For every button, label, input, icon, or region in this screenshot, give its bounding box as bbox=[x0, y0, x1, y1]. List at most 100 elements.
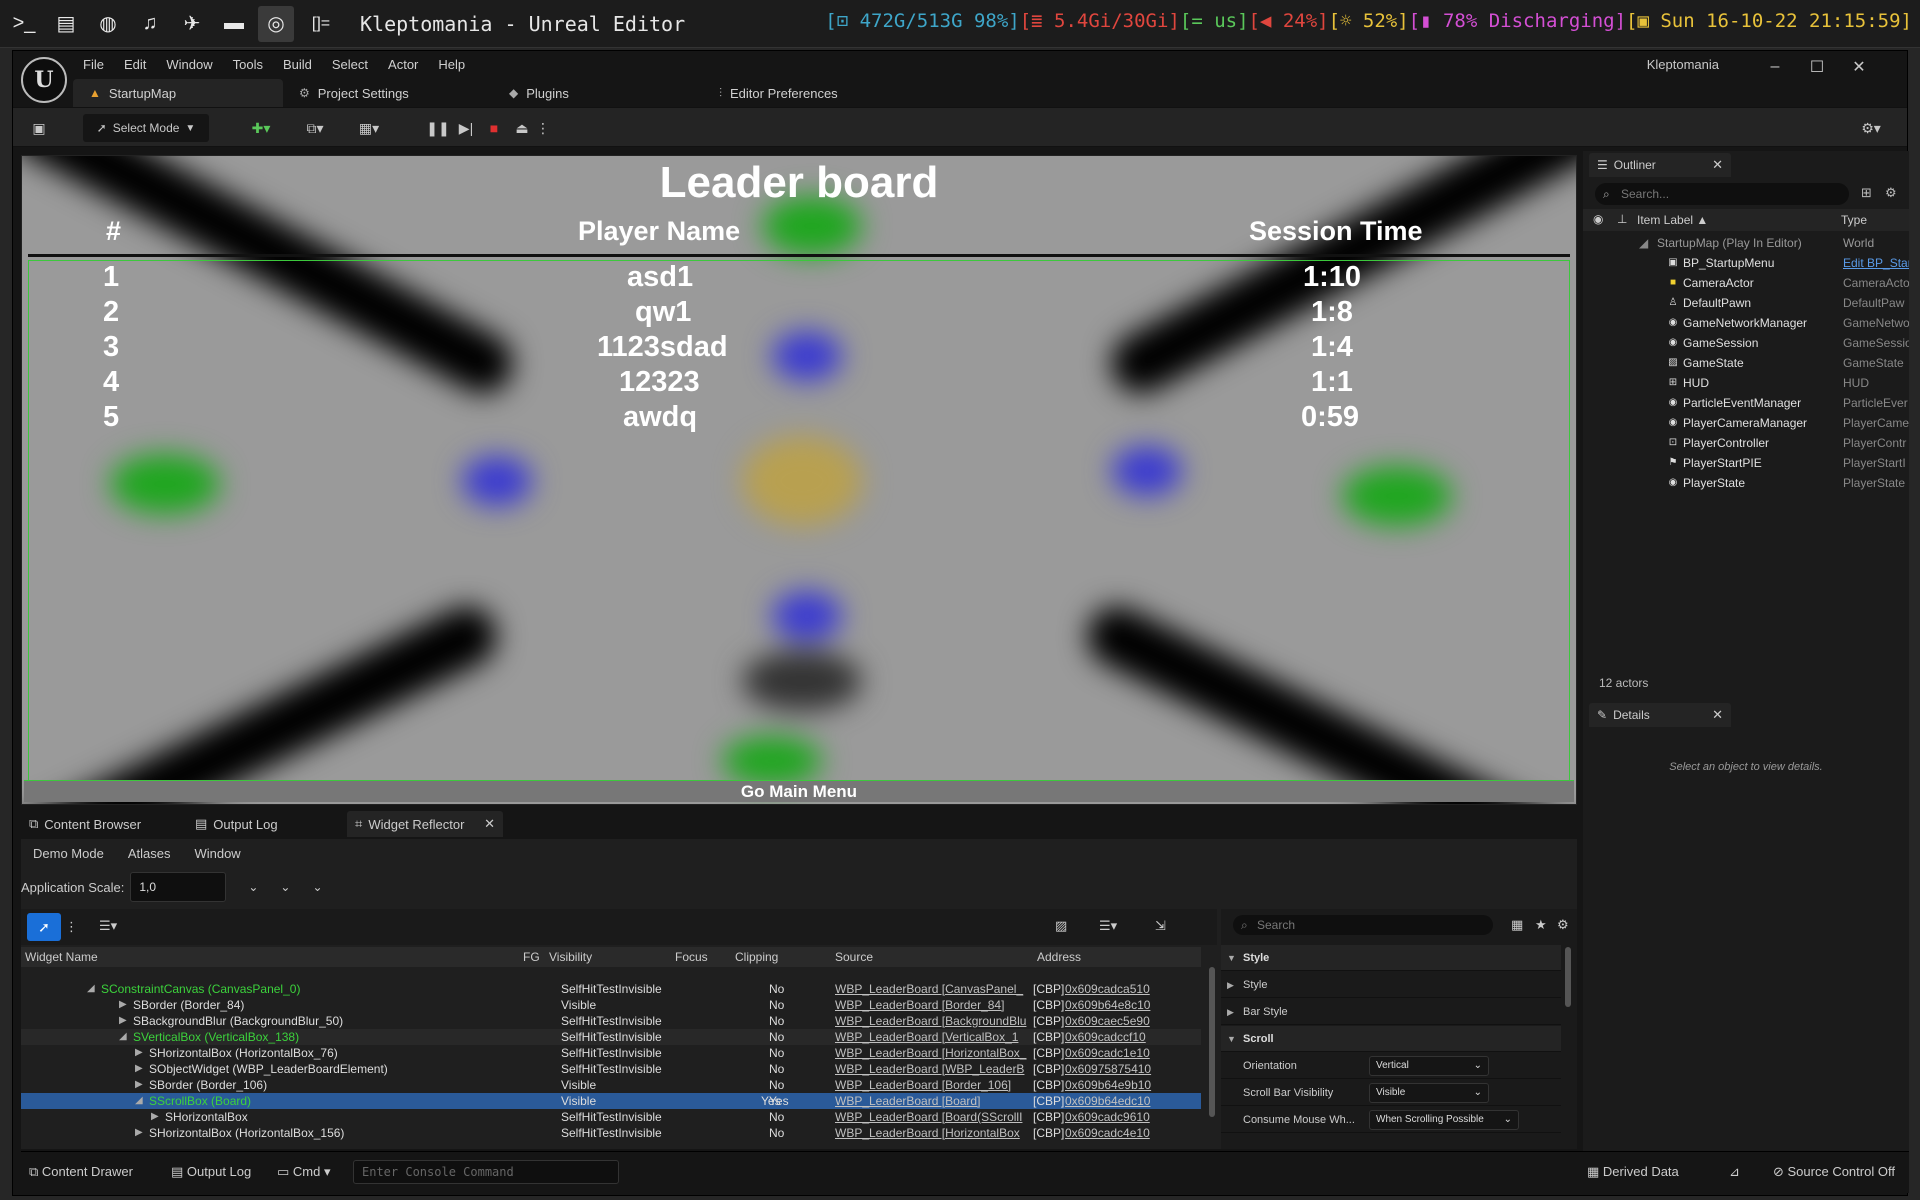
visibility-eye-icon[interactable]: ◉ bbox=[1593, 212, 1603, 226]
source-link[interactable]: WBP_LeaderBoard [Border_106] bbox=[835, 1077, 1011, 1093]
telegram-icon[interactable]: ✈ bbox=[174, 6, 210, 42]
game-viewport[interactable]: Leader board # Player Name Session Time … bbox=[21, 155, 1577, 805]
console-command-input[interactable]: Enter Console Command bbox=[353, 1160, 619, 1184]
source-link[interactable]: WBP_LeaderBoard [Border_84] bbox=[835, 997, 1004, 1013]
add-folder-icon[interactable]: ⊞ bbox=[1861, 185, 1872, 201]
property-value-dropdown[interactable]: Visible ⌄ bbox=[1369, 1083, 1489, 1103]
export-icon[interactable]: ⇲ bbox=[1155, 918, 1166, 934]
expand-arrow-icon[interactable]: ▶ bbox=[135, 1045, 143, 1061]
close-icon[interactable]: ✕ bbox=[1712, 157, 1723, 173]
address-link[interactable]: 0x609cadc9610 bbox=[1065, 1109, 1150, 1125]
maximize-icon[interactable]: ☐ bbox=[1797, 53, 1837, 81]
source-control-button[interactable]: ⊘ Source Control Off bbox=[1773, 1164, 1895, 1180]
address-link[interactable]: 0x609cadccf10 bbox=[1065, 1029, 1146, 1045]
type-column-header[interactable]: Type bbox=[1841, 213, 1867, 227]
tab-project-settings[interactable]: ⚙ Project Settings bbox=[283, 79, 493, 107]
tab-details[interactable]: ✎ Details ✕ bbox=[1589, 703, 1731, 727]
blueprint-icon[interactable]: ⧉▾ bbox=[295, 114, 335, 142]
source-link[interactable]: WBP_LeaderBoard [HorizontalBox_ bbox=[835, 1045, 1026, 1061]
outliner-item[interactable]: ◉ GameNetworkManager GameNetwo bbox=[1583, 313, 1909, 333]
more-options-icon[interactable]: ⋮ bbox=[65, 919, 78, 935]
tab-widget-reflector[interactable]: ⌗ Widget Reflector ✕ bbox=[347, 811, 503, 837]
menu-tools[interactable]: Tools bbox=[223, 53, 273, 77]
snapshot-icon[interactable]: ▨ bbox=[1055, 918, 1067, 934]
more-options-icon[interactable]: ⋮ bbox=[536, 114, 550, 142]
select-mode-dropdown[interactable]: ➚ Select Mode ▼ bbox=[83, 114, 209, 142]
outliner-item[interactable]: ◉ PlayerState PlayerState bbox=[1583, 473, 1909, 493]
property-value-dropdown[interactable]: When Scrolling Possible ⌄ bbox=[1369, 1110, 1519, 1130]
menu-select[interactable]: Select bbox=[322, 53, 378, 77]
property-row[interactable]: ▶ Bar Style bbox=[1221, 999, 1561, 1025]
menu-actor[interactable]: Actor bbox=[378, 53, 428, 77]
tab-startupmap[interactable]: ▲ StartupMap bbox=[73, 79, 283, 107]
source-link[interactable]: WBP_LeaderBoard [HorizontalBox bbox=[835, 1125, 1020, 1141]
chevron-down-icon[interactable]: ⌄ bbox=[248, 880, 258, 894]
widget-tree-row[interactable]: ▶ SBorder (Border_106) Visible No WBP_Leader… bbox=[21, 1077, 1201, 1093]
source-link[interactable]: WBP_LeaderBoard [CanvasPanel_ bbox=[835, 981, 1023, 997]
save-icon[interactable]: ▣ bbox=[27, 114, 51, 142]
menu-demo-mode[interactable]: Demo Mode bbox=[21, 846, 116, 861]
outliner-settings-icon[interactable]: ⚙ bbox=[1885, 185, 1897, 201]
widget-tree-row[interactable]: ◢ SScrollBox (Board) Visible Yes WBP_LeaderB… bbox=[21, 1093, 1201, 1109]
source-link[interactable]: WBP_LeaderBoard [VerticalBox_1 bbox=[835, 1029, 1018, 1045]
source-link[interactable]: WBP_LeaderBoard [Board(SScrollI bbox=[835, 1109, 1022, 1125]
collapse-arrow-icon[interactable]: ◢ bbox=[119, 1029, 127, 1045]
eject-icon[interactable]: ⏏ bbox=[511, 114, 533, 142]
close-icon[interactable]: ✕ bbox=[484, 816, 495, 832]
pause-icon[interactable]: ❚❚ bbox=[426, 114, 449, 142]
fg-header[interactable]: FG bbox=[523, 950, 540, 964]
minimize-icon[interactable]: – bbox=[1755, 53, 1795, 81]
expand-arrow-icon[interactable]: ▶ bbox=[1227, 999, 1234, 1025]
expand-arrow-icon[interactable]: ▶ bbox=[135, 1061, 143, 1077]
widget-tree-row[interactable]: ▶ SBackgroundBlur (BackgroundBlur_50) Self… bbox=[21, 1013, 1201, 1029]
output-log-button[interactable]: ▤ Output Log bbox=[171, 1164, 251, 1180]
chevron-down-icon[interactable]: ⌄ bbox=[312, 880, 322, 894]
menu-edit[interactable]: Edit bbox=[114, 53, 156, 77]
cmd-dropdown[interactable]: ▭ Cmd ▾ bbox=[277, 1164, 331, 1180]
properties-settings-icon[interactable]: ⚙ bbox=[1557, 917, 1569, 933]
tab-outliner[interactable]: ☰ Outliner ✕ bbox=[1589, 153, 1731, 177]
tab-output-log[interactable]: ▤ Output Log bbox=[187, 811, 286, 837]
pin-icon[interactable]: ⊥ bbox=[1617, 212, 1627, 226]
expand-arrow-icon[interactable]: ◢ bbox=[1639, 233, 1648, 253]
table-view-icon[interactable]: ▦ bbox=[1511, 917, 1523, 933]
expand-arrow-icon[interactable]: ▶ bbox=[135, 1125, 143, 1141]
widget-tree-row[interactable]: ◢ SConstraintCanvas (CanvasPanel_0) SelfHi… bbox=[21, 981, 1201, 997]
widget-name-header[interactable]: Widget Name bbox=[25, 950, 98, 964]
firefox-icon[interactable]: ◍ bbox=[90, 6, 126, 42]
stop-icon[interactable]: ■ bbox=[483, 114, 505, 142]
source-link[interactable]: WBP_LeaderBoard [Board] bbox=[835, 1093, 980, 1109]
address-link[interactable]: 0x609cadc1e10 bbox=[1065, 1045, 1150, 1061]
collapse-arrow-icon[interactable]: ▼ bbox=[1227, 945, 1236, 971]
list-options-icon[interactable]: ☰▾ bbox=[1099, 918, 1117, 934]
tab-editor-preferences[interactable]: ⫶ Editor Preferences bbox=[703, 79, 913, 107]
collapse-arrow-icon[interactable]: ◢ bbox=[87, 981, 95, 997]
close-icon[interactable]: ✕ bbox=[1712, 707, 1723, 723]
clipping-header[interactable]: Clipping bbox=[735, 950, 778, 964]
outliner-item[interactable]: ◉ PlayerCameraManager PlayerCame bbox=[1583, 413, 1909, 433]
pick-widget-button[interactable]: ➚ bbox=[27, 913, 61, 941]
settings-gear-icon[interactable]: ⚙▾ bbox=[1851, 114, 1891, 142]
address-link[interactable]: 0x609b64edc10 bbox=[1065, 1093, 1150, 1109]
address-link[interactable]: 0x609caec5e90 bbox=[1065, 1013, 1150, 1029]
outliner-item[interactable]: ⊡ PlayerController PlayerContr bbox=[1583, 433, 1909, 453]
layout-icon[interactable]: []= bbox=[300, 6, 342, 42]
derived-data-button[interactable]: ▦ Derived Data bbox=[1587, 1164, 1679, 1180]
address-link[interactable]: 0x609cadca510 bbox=[1065, 981, 1150, 997]
property-row[interactable]: Scroll Bar Visibility Visible ⌄ bbox=[1221, 1080, 1561, 1106]
cinematics-icon[interactable]: ▦▾ bbox=[349, 114, 389, 142]
step-icon[interactable]: ▶| bbox=[455, 114, 477, 142]
outliner-item[interactable]: ▨ GameState GameState bbox=[1583, 353, 1909, 373]
visibility-header[interactable]: Visibility bbox=[549, 950, 592, 964]
tree-scrollbar[interactable] bbox=[1209, 967, 1215, 1117]
menu-build[interactable]: Build bbox=[273, 53, 322, 77]
menu-window[interactable]: Window bbox=[156, 53, 222, 77]
expand-arrow-icon[interactable]: ▶ bbox=[151, 1109, 159, 1125]
widget-tree-row[interactable]: ▶ SHorizontalBox (HorizontalBox_76) SelfHi… bbox=[21, 1045, 1201, 1061]
favorite-star-icon[interactable]: ★ bbox=[1535, 917, 1547, 933]
tab-plugins[interactable]: ◆ Plugins bbox=[493, 79, 703, 107]
address-link[interactable]: 0x609cadc4e10 bbox=[1065, 1125, 1150, 1141]
chevron-down-icon[interactable]: ⌄ bbox=[280, 880, 290, 894]
widget-tree-row[interactable]: ◢ SVerticalBox (VerticalBox_138) SelfHitTe… bbox=[21, 1029, 1201, 1045]
outliner-search-input[interactable]: ⌕ Search... bbox=[1595, 183, 1849, 205]
